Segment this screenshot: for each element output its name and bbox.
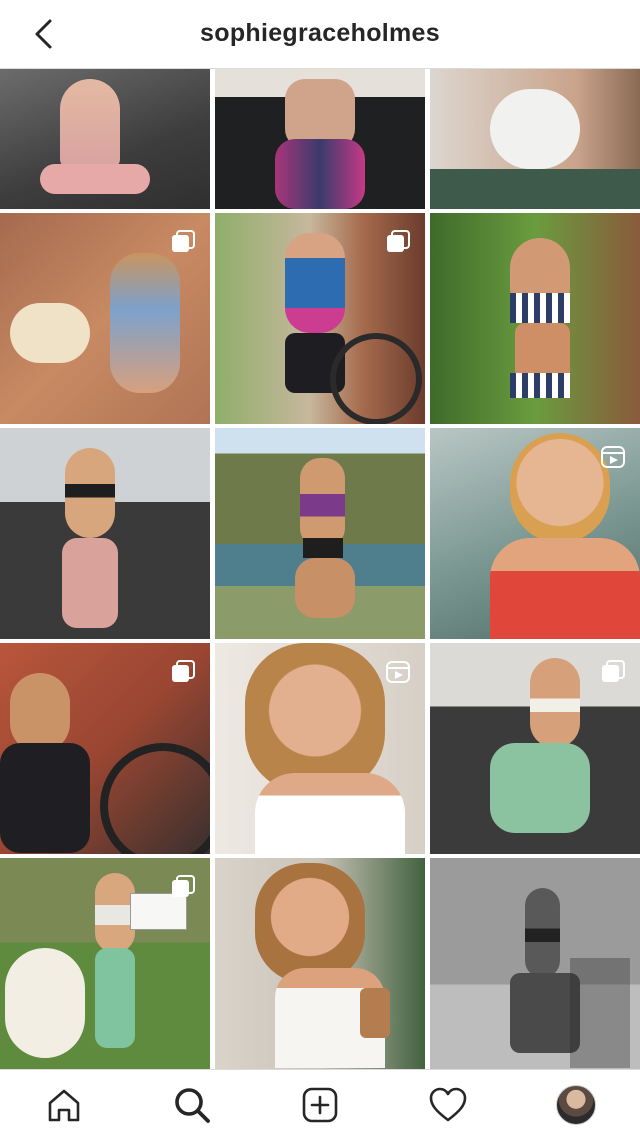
nav-home[interactable] [32, 1073, 96, 1137]
profile-header: sophiegraceholmes [0, 0, 640, 69]
post-13[interactable] [0, 858, 210, 1069]
post-6[interactable] [430, 213, 640, 424]
post-4[interactable] [0, 213, 210, 424]
post-grid [0, 69, 640, 1069]
reel-icon [601, 446, 625, 468]
carousel-icon [602, 660, 625, 682]
post-10[interactable] [0, 643, 210, 854]
carousel-icon [172, 660, 195, 682]
nav-profile[interactable] [544, 1073, 608, 1137]
nav-activity[interactable] [416, 1073, 480, 1137]
bottom-nav [0, 1069, 640, 1139]
reel-icon [386, 661, 410, 683]
post-1[interactable] [0, 69, 210, 209]
post-8[interactable] [215, 428, 425, 639]
activity-heart-icon [429, 1087, 467, 1121]
post-3[interactable] [430, 69, 640, 209]
post-12[interactable] [430, 643, 640, 854]
post-2[interactable] [215, 69, 425, 209]
profile-avatar [556, 1084, 596, 1125]
post-9[interactable] [430, 428, 640, 639]
post-11[interactable] [215, 643, 425, 854]
nav-search[interactable] [160, 1073, 224, 1137]
post-14[interactable] [215, 858, 425, 1069]
carousel-icon [172, 875, 195, 897]
carousel-icon [172, 230, 195, 252]
new-post-icon [302, 1087, 338, 1122]
carousel-icon [387, 230, 410, 252]
home-icon [48, 1089, 80, 1121]
post-5[interactable] [215, 213, 425, 424]
nav-new-post[interactable] [288, 1073, 352, 1137]
search-icon [175, 1087, 210, 1123]
profile-username: sophiegraceholmes [200, 19, 440, 47]
post-7[interactable] [0, 428, 210, 639]
post-15[interactable] [430, 858, 640, 1069]
